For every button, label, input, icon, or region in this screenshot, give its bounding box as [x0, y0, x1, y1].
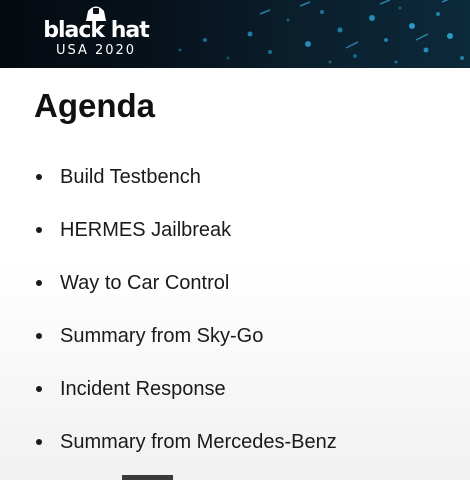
- agenda-item-label: Way to Car Control: [60, 272, 230, 294]
- bottom-bar: [122, 475, 173, 480]
- agenda-item-way-to-car-control: Way to Car Control: [36, 270, 229, 296]
- slide-title: Agenda: [34, 87, 156, 124]
- bullet-icon: [36, 386, 42, 392]
- agenda-item-summary-mercedes-benz: Summary from Mercedes-Benz: [36, 429, 337, 455]
- bullet-icon: [36, 227, 42, 233]
- slide: black hat USA 2020 Agenda Build Testbenc…: [0, 0, 470, 480]
- agenda-item-summary-sky-go: Summary from Sky-Go: [36, 323, 263, 349]
- agenda-item-incident-response: Incident Response: [36, 376, 226, 402]
- agenda-item-build-testbench: Build Testbench: [36, 164, 201, 190]
- bullet-icon: [36, 174, 42, 180]
- logo-text: black hat: [43, 18, 150, 43]
- bullet-icon: [36, 333, 42, 339]
- bullet-icon: [36, 439, 42, 445]
- agenda-item-label: Incident Response: [60, 378, 226, 400]
- header-banner: black hat USA 2020: [0, 0, 470, 68]
- agenda-item-hermes-jailbreak: HERMES Jailbreak: [36, 217, 231, 243]
- blackhat-logo: black hat USA 2020: [26, 4, 166, 64]
- agenda-item-label: Summary from Sky-Go: [60, 325, 264, 347]
- agenda-item-label: HERMES Jailbreak: [60, 219, 232, 241]
- agenda-item-label: Build Testbench: [60, 166, 201, 188]
- logo-subtitle: USA 2020: [55, 43, 137, 58]
- agenda-item-label: Summary from Mercedes-Benz: [60, 431, 337, 453]
- banner-pattern: [178, 0, 464, 64]
- bullet-icon: [36, 280, 42, 286]
